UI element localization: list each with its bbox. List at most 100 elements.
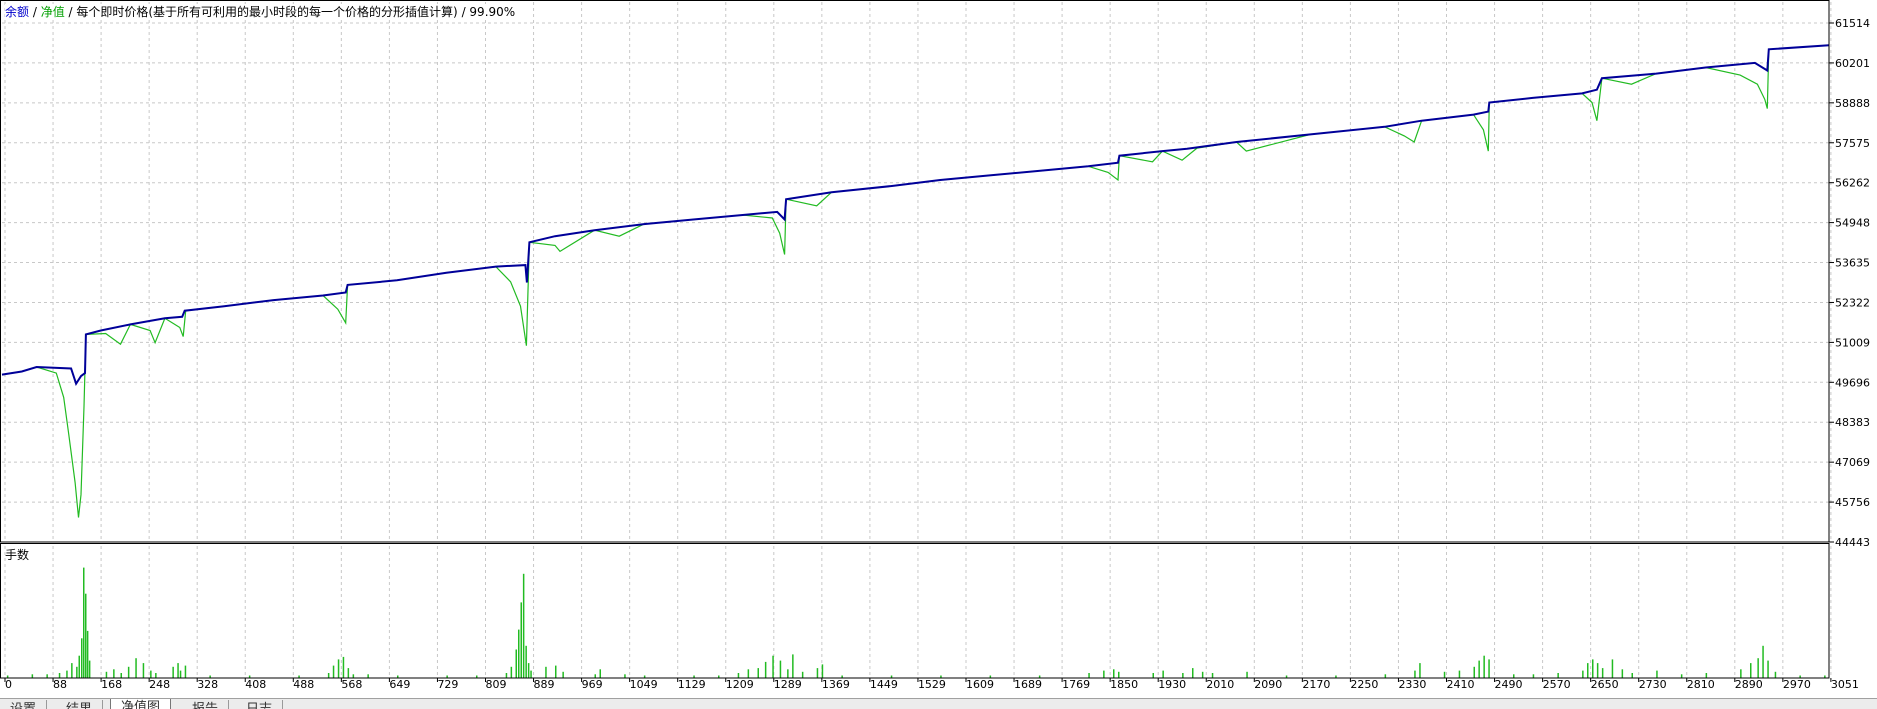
- x-tick-label: 1930: [1158, 678, 1186, 691]
- lots-panel-title: 手数: [5, 548, 30, 562]
- lots-bar: [347, 668, 350, 678]
- y-tick-label: 60201: [1835, 57, 1870, 70]
- lots-bar: [816, 668, 819, 678]
- lots-bar: [1611, 659, 1614, 678]
- lots-bar: [337, 659, 340, 678]
- lots-bar: [66, 670, 68, 678]
- lots-bar: [1587, 663, 1589, 678]
- x-tick-label: 2250: [1350, 678, 1378, 691]
- lots-bar: [787, 669, 789, 678]
- x-tick-label: 1769: [1062, 678, 1090, 691]
- lots-bar: [81, 638, 83, 678]
- lots-bar: [545, 666, 547, 678]
- lots-bar: [1601, 668, 1604, 678]
- x-tick-label: 2970: [1783, 678, 1811, 691]
- main-grid: [2, 2, 1832, 542]
- model-label: 每个即时价格(基于所有可利用的最小时段的每一个价格的分形插值计算): [76, 5, 458, 19]
- x-tick-label: 1689: [1014, 678, 1042, 691]
- lots-bar: [327, 673, 330, 678]
- x-tick-label: 2650: [1591, 678, 1619, 691]
- lots-bar: [31, 674, 34, 678]
- equity-series: [1, 44, 1830, 518]
- x-tick-label: 2890: [1735, 678, 1763, 691]
- lots-bar: [1596, 663, 1599, 678]
- lots-bar: [792, 654, 794, 678]
- lots-bar: [1419, 663, 1421, 678]
- lots-bar: [71, 663, 73, 678]
- lots-bar: [599, 669, 601, 678]
- x-tick-label: 889: [534, 678, 555, 691]
- x-tick-label: 1609: [966, 678, 994, 691]
- lots-bar: [172, 666, 174, 678]
- lots-bar: [1680, 674, 1683, 678]
- lots-bar: [1162, 670, 1164, 678]
- x-tick-label: 1289: [774, 678, 802, 691]
- lots-bar: [821, 664, 824, 678]
- x-tick-label: 1529: [918, 678, 946, 691]
- x-axis: 0 88 168 248 328 408 488 568 649 729 809 889 969 1049…: [4, 678, 1859, 691]
- modelling-quality: 99.90%: [469, 5, 516, 19]
- equity-legend: 净值: [40, 5, 65, 19]
- lots-bar: [1740, 669, 1742, 678]
- x-tick-label: 328: [197, 678, 218, 691]
- lots-bar: [1192, 668, 1194, 678]
- lots-bar: [520, 602, 522, 678]
- lots-bar: [1767, 660, 1769, 678]
- x-tick-label: 3051: [1831, 678, 1859, 691]
- x-tick-label: 2570: [1543, 678, 1571, 691]
- lots-bar: [332, 665, 335, 678]
- lots-bar: [1582, 670, 1584, 678]
- lots-bar: [1414, 670, 1416, 678]
- x-tick-label: 1209: [726, 678, 754, 691]
- x-tick-label: 248: [149, 678, 170, 691]
- x-tick-label: 969: [582, 678, 603, 691]
- y-tick-label: 49696: [1835, 376, 1870, 389]
- tester-tabs: 设置 结果 净值图 报告 日志: [0, 698, 1877, 709]
- header-separator: /: [29, 5, 41, 19]
- tab-equity-graph[interactable]: 净值图: [110, 699, 172, 709]
- lots-bar: [1458, 670, 1461, 678]
- x-tick-label: 2810: [1687, 678, 1715, 691]
- lots-bar: [772, 655, 774, 678]
- x-tick-label: 1369: [822, 678, 850, 691]
- y-tick-label: 58888: [1835, 97, 1870, 110]
- lots-bar: [1532, 674, 1535, 678]
- y-tick-label: 48383: [1835, 416, 1870, 429]
- lots-bar: [342, 656, 345, 678]
- main-panel-frame: [0, 0, 1830, 543]
- lots-bar: [562, 671, 564, 678]
- lots-bar: [46, 674, 48, 678]
- x-tick-label: 1129: [678, 678, 706, 691]
- lots-grid: [4, 546, 1832, 678]
- x-tick-label: 649: [389, 678, 410, 691]
- balance-legend: 余额: [5, 5, 30, 19]
- chart-header: 余额 / 净值 / 每个即时价格(基于所有可利用的最小时段的每一个价格的分形插值…: [5, 4, 516, 20]
- lots-bar: [1152, 673, 1154, 678]
- lots-bar: [555, 665, 557, 678]
- lots-bar: [177, 663, 179, 678]
- y-tick-label: 53635: [1835, 257, 1870, 270]
- x-tick-label: 2730: [1639, 678, 1667, 691]
- y-tick-label: 61514: [1835, 17, 1870, 30]
- x-tick-label: 729: [437, 678, 458, 691]
- y-tick-label: 51009: [1835, 336, 1870, 349]
- y-tick-label: 44443: [1835, 536, 1870, 549]
- lots-bar: [757, 668, 759, 678]
- y-tick-label: 47069: [1835, 456, 1870, 469]
- lots-bar: [113, 669, 115, 678]
- lots-bar: [624, 674, 626, 678]
- lots-bar: [76, 666, 78, 678]
- x-tick-label: 0: [5, 678, 12, 691]
- y-tick-label: 56262: [1835, 177, 1870, 190]
- x-tick-label: 2490: [1495, 678, 1523, 691]
- lots-bars: [6, 567, 1826, 678]
- x-tick-label: 1449: [870, 678, 898, 691]
- lots-bar: [83, 567, 85, 678]
- lots-bar: [530, 670, 532, 678]
- lots-bar: [142, 663, 145, 678]
- lots-bar: [527, 663, 530, 678]
- lots-bar: [515, 649, 517, 678]
- chart-frames: [0, 0, 1830, 679]
- y-tick-label: 54948: [1835, 217, 1870, 230]
- lots-bar: [1483, 655, 1485, 678]
